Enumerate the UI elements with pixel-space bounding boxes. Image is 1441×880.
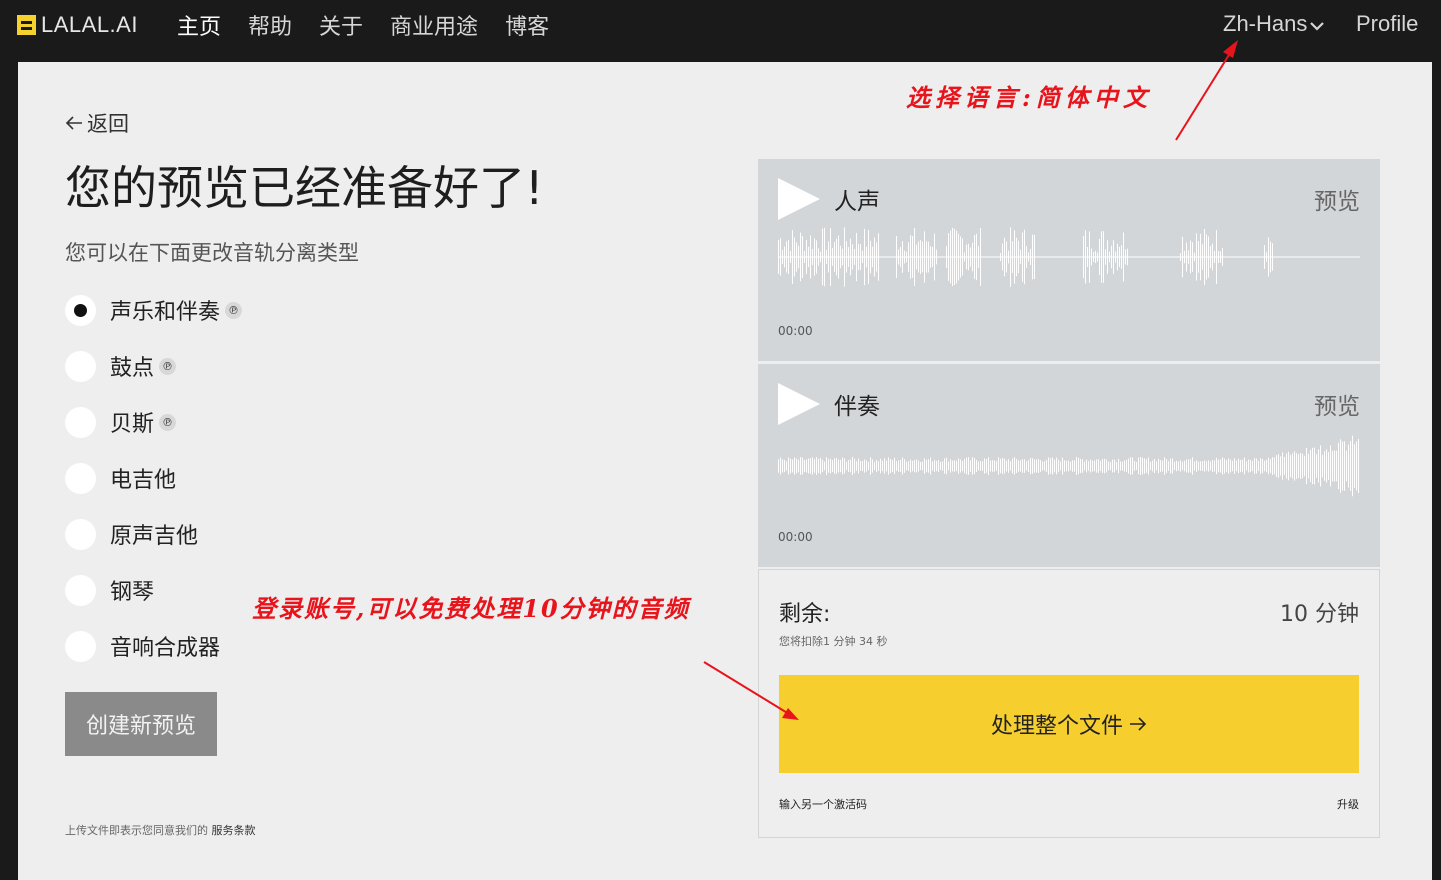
option-label: 电吉他 — [110, 468, 177, 493]
radio-button[interactable] — [65, 518, 96, 550]
pro-badge-icon: ℗ — [225, 301, 243, 319]
option-piano[interactable]: 钢琴 — [65, 574, 154, 606]
annotation-language: 选择语言:简体中文 — [906, 83, 1152, 112]
logo-text: LALAL.AI — [41, 12, 138, 37]
page-subtitle: 您可以在下面更改音轨分离类型 — [65, 241, 359, 265]
preview-label: 预览 — [1314, 189, 1360, 215]
main-nav: 主页 帮助 关于 商业用途 博客 — [177, 9, 576, 41]
track-time: 00:00 — [778, 530, 813, 544]
track-time: 00:00 — [778, 324, 813, 338]
pro-badge-icon: ℗ — [159, 413, 177, 431]
profile-link[interactable]: Profile — [1356, 11, 1418, 37]
nav-item-help[interactable]: 帮助 — [248, 9, 292, 41]
track-instrumental: 伴奏 预览 00:00 — [758, 364, 1380, 567]
option-label: 原声吉他 — [110, 524, 199, 549]
option-label: 音响合成器 — [110, 636, 221, 661]
option-bass[interactable]: 贝斯 ℗ — [65, 406, 177, 438]
pro-badge-icon: ℗ — [159, 357, 177, 375]
waveform[interactable] — [778, 432, 1360, 512]
annotation-login: 登录账号,可以免费处理10分钟的音频 — [252, 594, 690, 623]
radio-button[interactable] — [65, 406, 96, 438]
play-icon[interactable] — [778, 383, 820, 425]
process-whole-file-button[interactable]: 处理整个文件 — [779, 675, 1359, 773]
option-label: 鼓点 — [110, 356, 155, 381]
top-navbar: LALAL.AI 主页 帮助 关于 商业用途 博客 Zh-Hans Profil… — [0, 0, 1441, 62]
nav-item-about[interactable]: 关于 — [319, 9, 363, 41]
deduct-note: 您将扣除1 分钟 34 秒 — [779, 635, 888, 648]
process-button-label: 处理整个文件 — [990, 713, 1123, 738]
language-label: Zh-Hans — [1223, 11, 1308, 36]
track-vocals: 人声 预览 00:00 — [758, 159, 1380, 361]
radio-button[interactable] — [65, 294, 96, 326]
waveform[interactable] — [778, 227, 1360, 307]
radio-button[interactable] — [65, 462, 96, 494]
nav-item-business[interactable]: 商业用途 — [390, 9, 478, 41]
main-content: 返回 您的预览已经准备好了! 您可以在下面更改音轨分离类型 声乐和伴奏 ℗ 鼓点… — [18, 62, 1432, 880]
option-drums[interactable]: 鼓点 ℗ — [65, 350, 177, 382]
option-electric-guitar[interactable]: 电吉他 — [65, 462, 176, 494]
track-name: 人声 — [834, 189, 880, 215]
language-selector[interactable]: Zh-Hans — [1223, 11, 1325, 37]
radio-button[interactable] — [65, 574, 96, 606]
nav-item-home[interactable]: 主页 — [177, 9, 221, 41]
option-label: 声乐和伴奏 — [110, 300, 221, 325]
page-title: 您的预览已经准备好了! — [65, 161, 544, 215]
radio-button[interactable] — [65, 350, 96, 382]
arrow-right-icon — [1130, 717, 1147, 731]
option-vocals-instrumental[interactable]: 声乐和伴奏 ℗ — [65, 294, 243, 326]
upgrade-link[interactable]: 升级 — [1337, 796, 1359, 812]
option-acoustic-guitar[interactable]: 原声吉他 — [65, 518, 198, 550]
process-panel: 剩余: 10 分钟 您将扣除1 分钟 34 秒 处理整个文件 输入另一个激活码 … — [758, 569, 1380, 838]
terms-text: 上传文件即表示您同意我们的 — [65, 824, 208, 837]
terms-notice: 上传文件即表示您同意我们的 服务条款 — [65, 822, 256, 838]
back-link[interactable]: 返回 — [65, 108, 129, 138]
option-synthesizer[interactable]: 音响合成器 — [65, 630, 220, 662]
preview-label: 预览 — [1314, 394, 1360, 420]
create-new-preview-button[interactable]: 创建新预览 — [65, 692, 217, 756]
logo-icon — [17, 15, 36, 35]
remaining-label: 剩余: — [779, 602, 831, 627]
play-icon[interactable] — [778, 178, 820, 220]
remaining-value: 10 分钟 — [1280, 602, 1359, 627]
radio-button[interactable] — [65, 630, 96, 662]
logo[interactable]: LALAL.AI — [17, 12, 138, 38]
arrow-left-icon — [65, 116, 82, 130]
chevron-down-icon — [1310, 22, 1325, 31]
back-label: 返回 — [87, 112, 129, 136]
option-label: 钢琴 — [110, 580, 155, 605]
terms-link[interactable]: 服务条款 — [212, 824, 256, 837]
track-name: 伴奏 — [834, 394, 880, 420]
nav-item-blog[interactable]: 博客 — [505, 9, 549, 41]
activation-code-link[interactable]: 输入另一个激活码 — [779, 796, 867, 812]
option-label: 贝斯 — [110, 412, 155, 437]
